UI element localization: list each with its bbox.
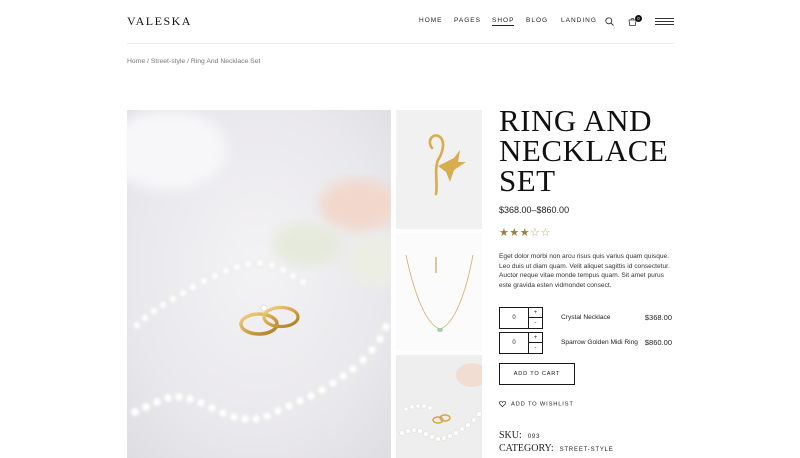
breadcrumb-separator: /	[147, 58, 149, 65]
header-divider	[127, 43, 674, 44]
star-filled-icon: ★	[509, 227, 520, 239]
product-description: Eget dolor morbi non arcu risus quis var…	[499, 253, 670, 289]
category-label: CATEGORY:	[499, 443, 554, 454]
add-to-cart-button[interactable]: ADD TO CART	[499, 363, 575, 385]
breadcrumb-home[interactable]: Home	[127, 58, 145, 65]
quantity-increase-button[interactable]: +	[529, 308, 542, 318]
site-header: VALESKA HOME PAGES SHOP BLOG LANDING 0	[0, 0, 800, 44]
item-name[interactable]: Sparrow Golden Midi Ring	[561, 339, 638, 346]
heart-icon	[499, 401, 506, 407]
nav-landing[interactable]: LANDING	[561, 17, 597, 24]
quantity-stepper[interactable]: 0 + -	[499, 332, 543, 354]
category-link[interactable]: STREET-STYLE	[560, 447, 614, 453]
star-empty-icon: ☆	[530, 227, 541, 239]
item-name[interactable]: Crystal Necklace	[561, 314, 610, 321]
product-category: CATEGORY: STREET-STYLE	[499, 443, 614, 454]
grouped-item-row: 0 + - Crystal Necklace $368.00	[499, 307, 672, 329]
add-to-wishlist-link[interactable]: ADD TO WISHLIST	[499, 401, 574, 408]
menu-icon[interactable]	[655, 18, 674, 27]
sku-label: SKU:	[499, 430, 522, 441]
logo[interactable]: VALESKA	[127, 14, 192, 29]
product-main-image[interactable]	[127, 110, 391, 458]
nav-pages[interactable]: PAGES	[454, 17, 481, 24]
sku-value: 093	[527, 434, 541, 440]
quantity-stepper[interactable]: 0 + -	[499, 307, 543, 329]
wishlist-label: ADD TO WISHLIST	[511, 401, 574, 408]
item-price: $368.00	[644, 313, 672, 322]
search-icon[interactable]	[605, 17, 614, 26]
quantity-increase-button[interactable]: +	[529, 333, 542, 343]
product-thumbnail-ring[interactable]	[396, 110, 482, 229]
product-thumbnail-necklace[interactable]	[396, 233, 482, 351]
breadcrumb-current: Ring And Necklace Set	[190, 58, 261, 65]
quantity-input[interactable]: 0	[500, 333, 528, 353]
product-title: RING AND NECKLACE SET	[499, 103, 669, 198]
star-filled-icon: ★	[499, 227, 510, 239]
star-filled-icon: ★	[519, 227, 531, 239]
quantity-decrease-button[interactable]: -	[529, 318, 542, 328]
star-empty-icon: ☆	[540, 227, 551, 239]
item-price: $860.00	[644, 338, 672, 347]
product-price-range: $368.00–$860.00	[499, 205, 570, 215]
product-sku: SKU: 093	[499, 430, 540, 441]
nav-shop[interactable]: SHOP	[492, 17, 515, 26]
nav-home[interactable]: HOME	[419, 17, 443, 24]
product-rating-stars: ★★★☆☆	[499, 226, 551, 239]
breadcrumb-category[interactable]: Street-style	[151, 58, 185, 65]
nav-blog[interactable]: BLOG	[526, 17, 548, 24]
quantity-decrease-button[interactable]: -	[529, 343, 542, 353]
breadcrumb-separator: /	[187, 58, 189, 65]
quantity-input[interactable]: 0	[500, 308, 528, 328]
grouped-item-row: 0 + - Sparrow Golden Midi Ring $860.00	[499, 332, 672, 354]
product-thumbnail-set[interactable]	[396, 355, 482, 458]
cart-count-badge: 0	[635, 15, 642, 22]
breadcrumb: Home / Street-style / Ring And Necklace …	[127, 58, 260, 65]
